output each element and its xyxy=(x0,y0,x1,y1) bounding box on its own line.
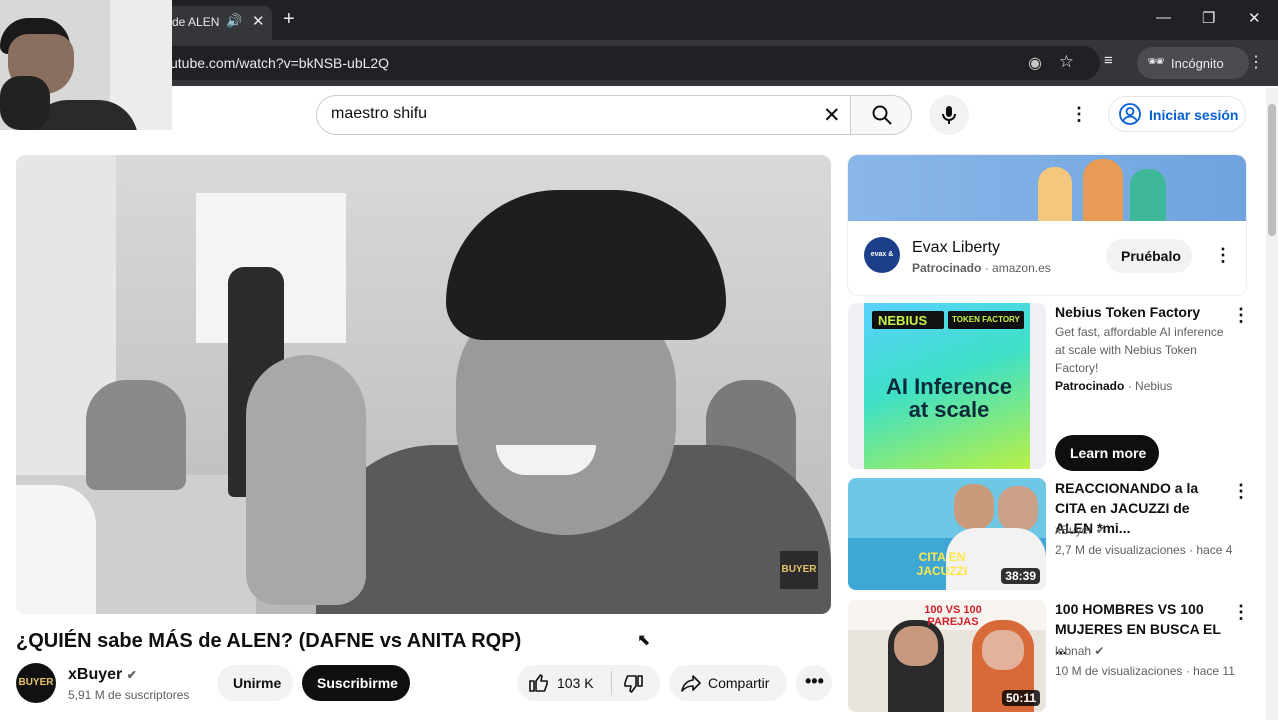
subscribe-button[interactable]: Suscribirme xyxy=(302,665,410,701)
tab-close-icon[interactable]: ✕ xyxy=(252,12,265,30)
video-menu-icon[interactable]: ⋮ xyxy=(1232,602,1250,623)
ad-video-sponsor-line: Patrocinado · Nebius xyxy=(1055,379,1173,393)
learn-more-label: Learn more xyxy=(1070,445,1147,461)
verified-icon: ✔ xyxy=(126,668,137,682)
like-dislike-bar: 103 K xyxy=(517,665,660,701)
restore-button[interactable]: ❐ xyxy=(1202,9,1215,27)
address-bar[interactable]: utube.com/watch?v=bkNSB-ubL2Q ◉ ☆ xyxy=(150,46,1100,80)
video-channel-name[interactable]: xBuyer xyxy=(1055,523,1092,537)
dislike-icon[interactable] xyxy=(621,672,645,696)
browser-tab[interactable]: de ALEN 🔊 ✕ xyxy=(160,6,272,40)
video-duration: 50:11 xyxy=(1001,690,1040,706)
display-ad[interactable]: evax & TAMPAX Evax Liberty Patrocinado ·… xyxy=(848,155,1246,295)
ad-banner-image[interactable] xyxy=(848,155,1246,221)
video-thumb-text: CITA EN JACUZZI xyxy=(916,550,968,578)
ad-cta-label: Pruébalo xyxy=(1121,248,1181,264)
clear-search-icon[interactable]: ✕ xyxy=(823,103,841,128)
like-count[interactable]: 103 K xyxy=(557,675,594,691)
share-icon xyxy=(681,675,701,692)
video-channel-name[interactable]: lebnah xyxy=(1055,644,1091,658)
ad-domain: amazon.es xyxy=(992,261,1051,275)
page-scrollbar-thumb[interactable] xyxy=(1268,104,1276,236)
sponsored-label: Patrocinado xyxy=(912,261,982,275)
subscriber-count: 5,91 M de suscriptores xyxy=(68,688,190,702)
signin-button[interactable]: Iniciar sesión xyxy=(1108,96,1246,132)
like-icon[interactable] xyxy=(527,671,551,695)
tab-title: de ALEN xyxy=(172,15,220,29)
video-title: ¿QUIÉN sabe MÁS de ALEN? (DAFNE vs ANITA… xyxy=(16,630,522,652)
more-icon: ••• xyxy=(805,671,824,691)
video-thumbnail[interactable]: 100 VS 100 PAREJAS 50:11 xyxy=(848,600,1046,712)
search-box[interactable]: ✕ xyxy=(316,95,852,135)
speaker-icon[interactable]: 🔊 xyxy=(226,13,242,29)
signin-label: Iniciar sesión xyxy=(1149,107,1239,123)
browser-toolbar: utube.com/watch?v=bkNSB-ubL2Q ◉ ☆ xyxy=(0,40,1278,86)
share-button[interactable]: Compartir xyxy=(669,665,787,701)
join-label: Unirme xyxy=(233,675,282,691)
learn-more-button[interactable]: Learn more xyxy=(1055,435,1159,471)
video-player[interactable] xyxy=(16,155,831,614)
ad-menu-icon[interactable]: ⋮ xyxy=(1214,245,1232,266)
search-input[interactable] xyxy=(331,105,811,123)
ad-cta-button[interactable]: Pruébalo xyxy=(1106,239,1192,273)
mouse-cursor-icon: ⬉ xyxy=(637,632,651,649)
channel-name[interactable]: xBuyer ✔ xyxy=(68,666,137,684)
channel-name-text[interactable]: xBuyer xyxy=(68,666,122,683)
url-text[interactable]: utube.com/watch?v=bkNSB-ubL2Q xyxy=(170,55,389,71)
ad-thumb-brand: NEBIUS xyxy=(878,313,928,328)
video-meta: 2,7 M de visualizaciones · hace 4 ... xyxy=(1055,543,1235,557)
ad-thumb-headline: AI Inference at scale xyxy=(886,374,1012,422)
search-button[interactable] xyxy=(850,95,912,135)
ad-thumb-tag: TOKEN FACTORY xyxy=(952,315,1020,324)
incognito-label: Incógnito xyxy=(1171,56,1224,71)
video-thumb-text: 100 VS 100 PAREJAS xyxy=(924,604,982,628)
bookmark-star-icon[interactable]: ☆ xyxy=(1059,52,1074,72)
minimize-button[interactable]: — xyxy=(1156,9,1171,26)
advertiser-logo[interactable]: evax & TAMPAX xyxy=(864,237,900,294)
ad-video-sponsored: Patrocinado xyxy=(1055,379,1125,393)
video-thumbnail[interactable]: CITA EN JACUZZI 38:39 xyxy=(848,478,1046,590)
ad-sponsored-line: Patrocinado · amazon.es xyxy=(912,261,1051,275)
ad-video-title[interactable]: Nebius Token Factory xyxy=(1055,302,1225,322)
video-meta: 10 M de visualizaciones · hace 11... xyxy=(1055,664,1235,678)
ad-video-menu-icon[interactable]: ⋮ xyxy=(1232,305,1250,326)
join-button[interactable]: Unirme xyxy=(217,665,293,701)
verified-icon: ✔ xyxy=(1095,523,1106,537)
account-icon xyxy=(1119,103,1141,125)
settings-menu-icon[interactable]: ⋮ xyxy=(1070,104,1088,125)
video-menu-icon[interactable]: ⋮ xyxy=(1232,481,1250,502)
ad-video-advertiser: Nebius xyxy=(1135,379,1173,393)
ad-video-thumbnail[interactable]: NEBIUS TOKEN FACTORY AI Inference at sca… xyxy=(848,303,1046,469)
incognito-badge[interactable]: 🕶 Incógnito xyxy=(1137,47,1249,79)
voice-search-button[interactable] xyxy=(929,95,969,135)
tracking-blocked-icon[interactable]: ◉ xyxy=(1028,53,1042,73)
microphone-icon xyxy=(942,106,956,124)
browser-tab-bar: de ALEN 🔊 ✕ + — ❐ ✕ xyxy=(0,0,1278,40)
media-controls-icon[interactable]: ≡ xyxy=(1104,52,1113,69)
channel-watermark[interactable]: BUYER xyxy=(780,551,818,589)
webcam-overlay xyxy=(0,0,172,130)
share-label: Compartir xyxy=(708,675,770,691)
channel-avatar[interactable]: BUYER xyxy=(16,663,56,703)
window-close-button[interactable]: ✕ xyxy=(1248,9,1261,27)
new-tab-button[interactable]: + xyxy=(283,8,295,31)
ad-video-description: Get fast, affordable AI inference at sca… xyxy=(1055,325,1224,375)
incognito-icon: 🕶 xyxy=(1147,53,1165,69)
ad-name[interactable]: Evax Liberty xyxy=(912,239,1000,257)
browser-menu-icon[interactable]: ⋮ xyxy=(1248,52,1264,72)
video-channel[interactable]: lebnah ✔ xyxy=(1055,642,1235,660)
search-icon xyxy=(872,105,892,125)
subscribe-label: Suscribirme xyxy=(317,675,398,691)
more-actions-button[interactable]: ••• xyxy=(796,665,832,701)
video-channel[interactable]: xBuyer ✔ xyxy=(1055,521,1235,539)
verified-icon: ✔ xyxy=(1094,644,1105,658)
video-duration: 38:39 xyxy=(1001,568,1040,584)
